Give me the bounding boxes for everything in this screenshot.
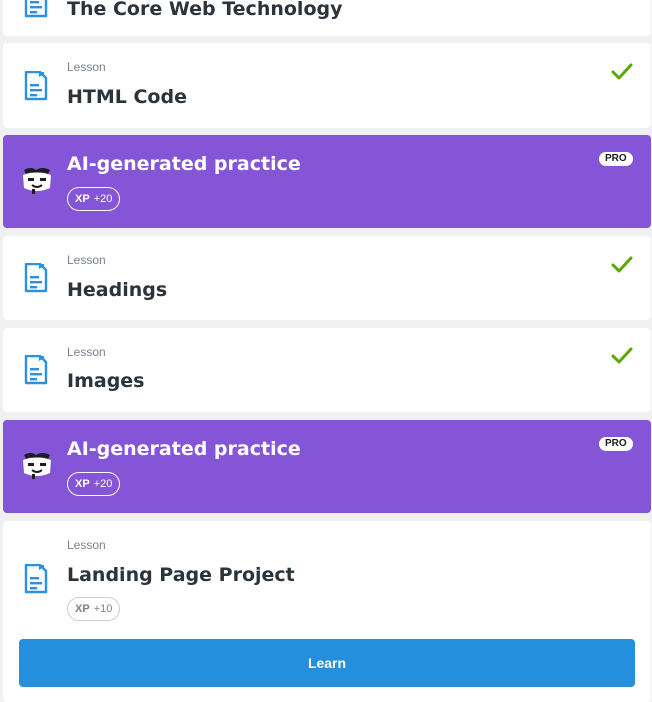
xp-key: XP	[75, 478, 90, 490]
lesson-title: Images	[67, 370, 145, 392]
checkmark-icon	[611, 347, 633, 365]
learn-button[interactable]: Learn	[19, 639, 635, 687]
document-icon	[23, 355, 49, 385]
lesson-list: The Core Web Technology Lesson HTML Code	[0, 0, 652, 702]
document-icon	[23, 564, 49, 594]
lesson-title: The Core Web Technology	[67, 0, 343, 20]
lesson-title: Landing Page Project	[67, 564, 295, 586]
lesson-type-label: Lesson	[67, 60, 106, 74]
practice-card[interactable]: AI-generated practice PRO XP +20	[3, 420, 651, 513]
xp-key: XP	[75, 603, 90, 615]
practice-card[interactable]: AI-generated practice PRO XP +20	[3, 135, 651, 228]
practice-title: AI-generated practice	[67, 153, 301, 175]
document-icon	[23, 71, 49, 101]
xp-pill: XP +20	[67, 187, 121, 211]
document-icon	[23, 0, 49, 18]
xp-key: XP	[75, 193, 90, 205]
document-icon	[23, 263, 49, 293]
lesson-title: Headings	[67, 279, 168, 301]
lesson-card[interactable]: Lesson Images	[3, 328, 651, 412]
checkmark-icon	[611, 63, 633, 81]
ai-bot-icon	[20, 451, 54, 481]
checkmark-icon	[611, 256, 633, 274]
xp-pill: XP +10	[67, 597, 121, 621]
lesson-card[interactable]: The Core Web Technology	[3, 0, 651, 36]
lesson-card[interactable]: Lesson HTML Code	[3, 43, 651, 128]
pro-badge: PRO	[599, 437, 633, 451]
lesson-type-label: Lesson	[67, 345, 106, 359]
practice-title: AI-generated practice	[67, 438, 301, 460]
xp-pill: XP +20	[67, 472, 121, 496]
lesson-type-label: Lesson	[67, 253, 106, 267]
lesson-title: HTML Code	[67, 86, 187, 108]
lesson-card[interactable]: Lesson Headings	[3, 236, 651, 320]
xp-value: +10	[93, 603, 113, 615]
xp-value: +20	[93, 478, 113, 490]
xp-value: +20	[93, 193, 113, 205]
pro-badge: PRO	[599, 152, 633, 166]
lesson-type-label: Lesson	[67, 538, 106, 552]
ai-bot-icon	[20, 166, 54, 196]
